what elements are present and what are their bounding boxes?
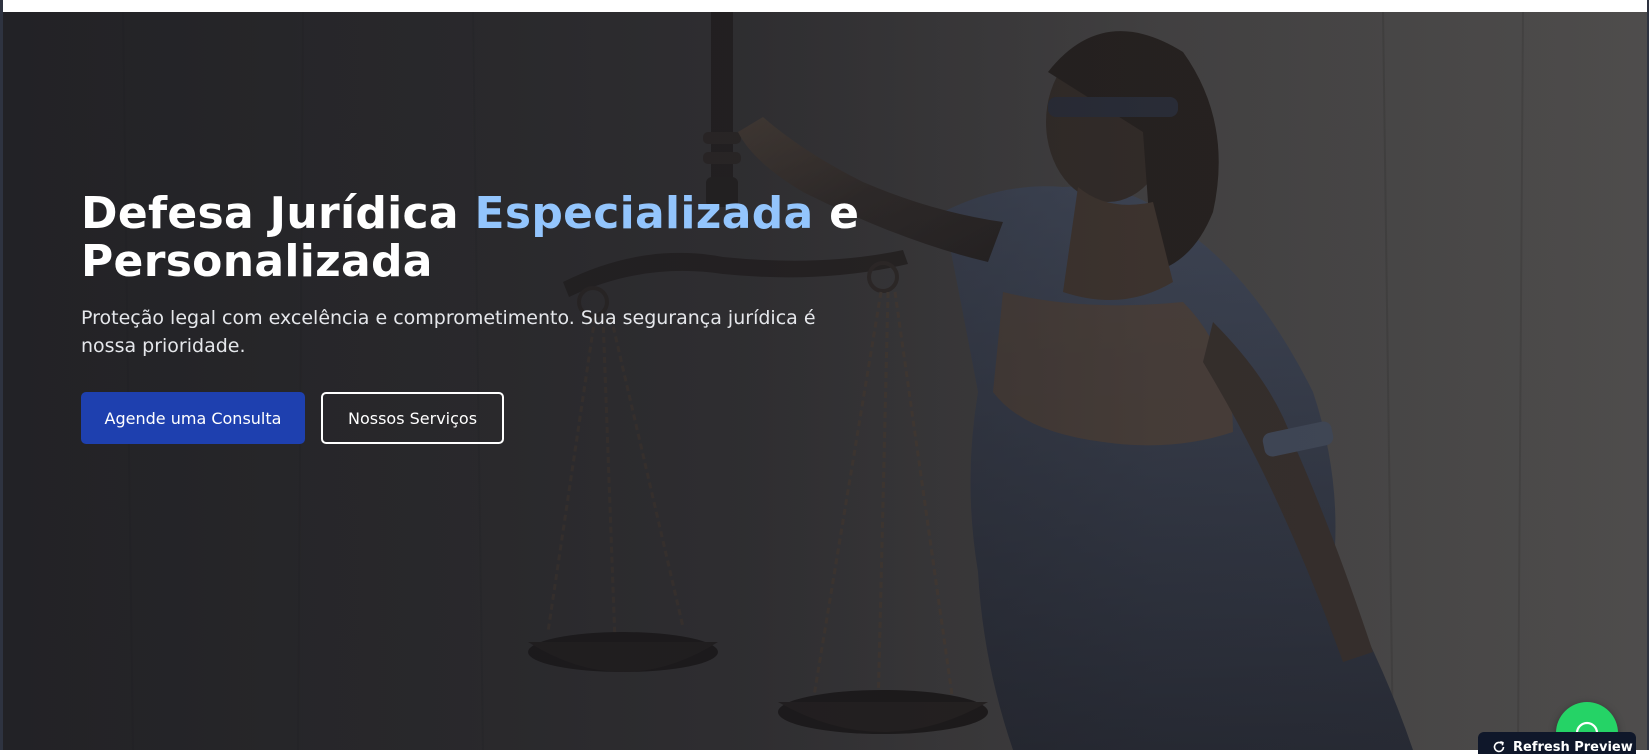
hero-content: Defesa Jurídica Especializada e Personal…	[81, 190, 861, 444]
hero-section: Defesa Jurídica Especializada e Personal…	[3, 12, 1647, 750]
page-frame: Defesa Jurídica Especializada e Personal…	[0, 0, 1649, 754]
hero-title: Defesa Jurídica Especializada e Personal…	[81, 190, 861, 286]
our-services-button[interactable]: Nossos Serviços	[321, 392, 504, 444]
schedule-consultation-button[interactable]: Agende uma Consulta	[81, 392, 305, 444]
refresh-preview-button[interactable]: Refresh Preview	[1478, 732, 1636, 754]
next-section-edge	[0, 750, 1649, 754]
refresh-preview-label: Refresh Preview	[1513, 739, 1633, 754]
hero-actions: Agende uma Consulta Nossos Serviços	[81, 392, 861, 444]
hero-subtitle: Proteção legal com excelência e comprome…	[81, 307, 816, 357]
hero-title-part1: Defesa Jurídica	[81, 188, 475, 239]
hero-title-accent: Especializada	[474, 188, 814, 239]
refresh-icon	[1493, 741, 1505, 753]
